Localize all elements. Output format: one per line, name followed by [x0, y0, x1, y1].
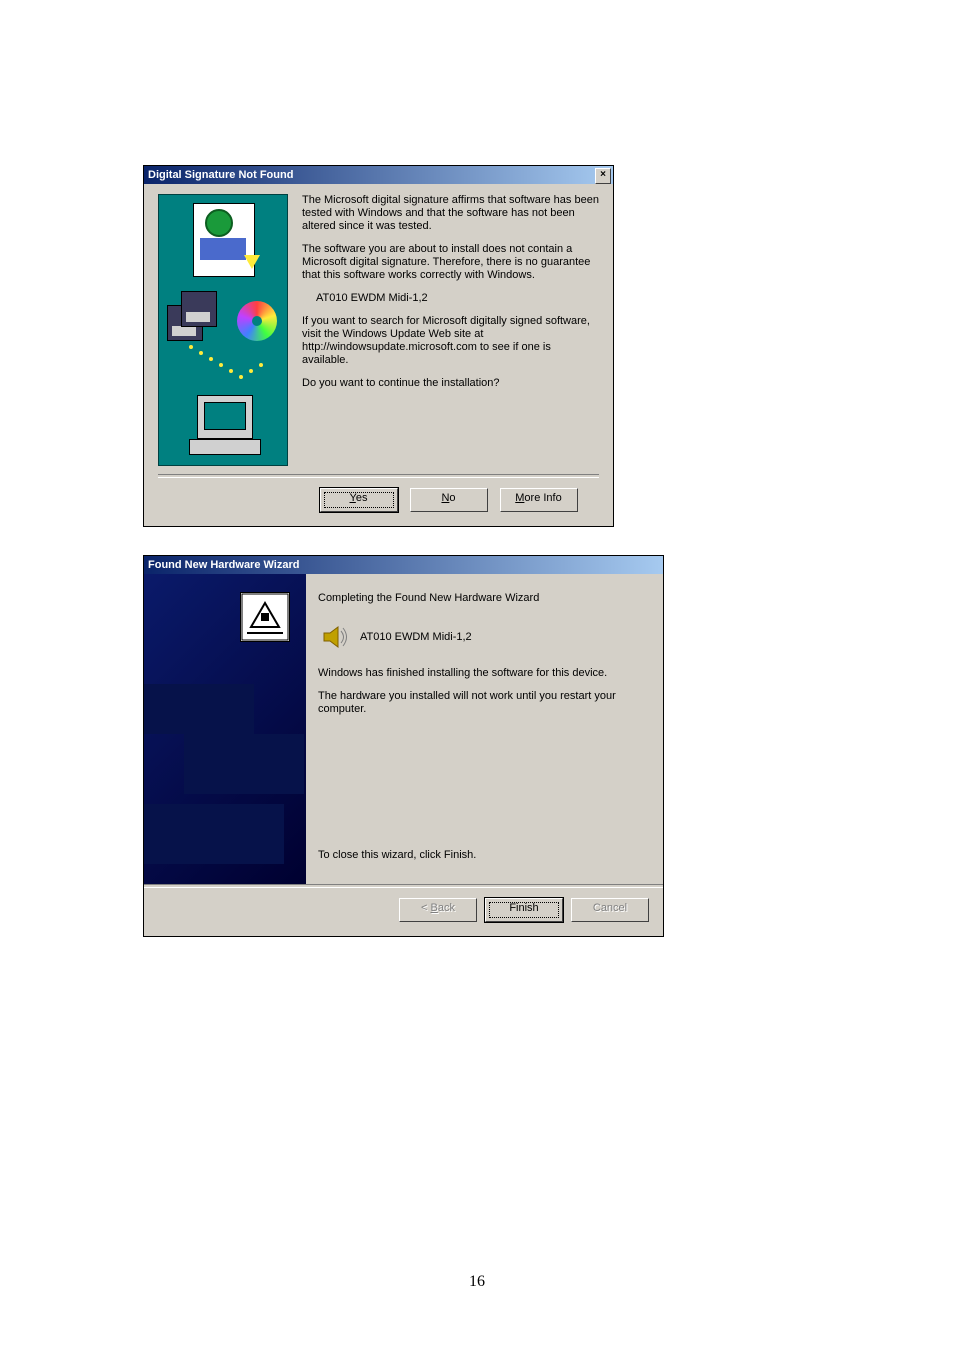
dialog1-titlebar[interactable]: Digital Signature Not Found ×: [144, 166, 613, 184]
wizard-sidebar-graphic: [144, 574, 306, 884]
finish-button[interactable]: Finish: [485, 898, 563, 922]
dialog1-text-search: If you want to search for Microsoft digi…: [302, 315, 599, 367]
dialog1-device-name: AT010 EWDM Midi-1,2: [302, 292, 599, 305]
arrow-icon: [244, 255, 260, 269]
cd-icon: [237, 301, 277, 341]
globe-icon: [205, 209, 233, 237]
digital-signature-dialog: Digital Signature Not Found ×: [143, 165, 614, 527]
monitor-icon: [189, 395, 259, 455]
wizard-heading: Completing the Found New Hardware Wizard: [318, 592, 647, 605]
wizard-device-name: AT010 EWDM Midi-1,2: [360, 631, 472, 644]
close-icon[interactable]: ×: [595, 168, 611, 184]
dialog1-text-continue: Do you want to continue the installation…: [302, 377, 599, 390]
dialog1-title: Digital Signature Not Found: [148, 169, 293, 181]
found-new-hardware-wizard: Found New Hardware Wizard Completing the…: [143, 555, 664, 937]
cancel-button: Cancel: [571, 898, 649, 922]
more-info-button[interactable]: More Info: [500, 488, 578, 512]
dialog1-graphic: [158, 194, 288, 466]
back-button: < Back: [399, 898, 477, 922]
no-button[interactable]: No: [410, 488, 488, 512]
yes-button[interactable]: Yes: [320, 488, 398, 512]
dialog1-text-affirm: The Microsoft digital signature affirms …: [302, 194, 599, 233]
dots-decoration: [189, 345, 263, 385]
speaker-icon: [322, 623, 350, 651]
dialog2-titlebar[interactable]: Found New Hardware Wizard: [144, 556, 663, 574]
page-number: 16: [0, 1273, 954, 1291]
dialog1-text-no-signature: The software you are about to install do…: [302, 243, 599, 282]
wizard-text-restart: The hardware you installed will not work…: [318, 690, 647, 716]
hardware-icon: [240, 592, 290, 642]
wizard-close-hint: To close this wizard, click Finish.: [318, 849, 476, 862]
wizard-text-finished: Windows has finished installing the soft…: [318, 667, 647, 680]
dialog2-title: Found New Hardware Wizard: [148, 559, 299, 571]
floppy-disk-icon: [167, 287, 221, 341]
